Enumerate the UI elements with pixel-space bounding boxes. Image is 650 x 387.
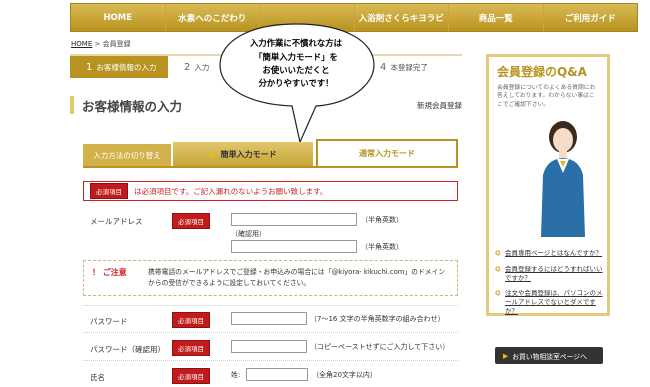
hint-speech-bubble: 入力作業に不慣れな方は 「簡単入力モード」を お使いいただくと 分かりやすいです…	[218, 22, 388, 142]
required-note: 必須項目 は必須項目です。ご記入漏れのないようお願い致します。	[83, 181, 458, 201]
caution-text-line-1: 携帯電話のメールアドレスでご登録・お申込みの場合には「@kiyora- kiku…	[148, 268, 446, 276]
email-confirm-hint: （半角英数）	[361, 243, 403, 251]
password-label: パスワード	[90, 317, 128, 326]
easy-mode-label: 簡単入力モード	[220, 149, 277, 159]
required-badge: 必須項目	[172, 340, 210, 356]
section-bar	[70, 96, 74, 114]
arrow-right-icon: ▶	[503, 351, 509, 360]
caution-body: 携帯電話のメールアドレスでご登録・お申込みの場合には「@kiyora- kiku…	[148, 267, 445, 289]
qa-description: 会員登録についてのよくある質問にお答えしております。わからない事はここでご確認下…	[497, 85, 596, 108]
required-badge: 必須項目	[172, 368, 210, 384]
qa-item[interactable]: Q 会員専用ページとはなんですか？	[495, 249, 605, 258]
name-hint: （全角20文字以内）	[312, 371, 377, 379]
caution-title: ご注意	[102, 268, 127, 277]
password-confirm-label: パスワード（確認用）	[90, 345, 165, 354]
breadcrumb-current: 会員登録	[102, 40, 131, 48]
email-label: メールアドレス	[90, 217, 143, 226]
question-icon: Q	[495, 249, 501, 257]
password-confirm-input[interactable]	[231, 340, 307, 353]
speech-bubble-text: 入力作業に不慣れな方は 「簡単入力モード」を お使いいただくと 分かりやすいです…	[218, 22, 374, 106]
step-label: 入力	[194, 62, 210, 72]
breadcrumb-separator: >	[94, 40, 101, 48]
question-icon: Q	[495, 289, 501, 298]
qa-sidebar: 会員登録のQ&A 会員登録についてのよくある質問にお答えしております。わからない…	[486, 54, 610, 364]
password-confirm-hint: （コピーペーストせずにご入力して下さい）	[310, 343, 450, 351]
shopping-consultation-label: お買い物相談室ページへ	[512, 352, 587, 361]
nav-guide[interactable]: ご利用ガイド	[544, 4, 638, 31]
normal-mode-label: 通常入力モード	[359, 149, 415, 158]
nav-products[interactable]: 商品一覧	[449, 4, 544, 31]
required-note-text: は必須項目です。ご記入漏れのないようお願い致します。	[134, 186, 328, 196]
caution-title-group: ！ ご注意	[92, 267, 148, 289]
step-1: 1 お客様情報の入力	[70, 56, 168, 78]
name-label: 氏名	[90, 373, 105, 382]
password-hint: （7～16 文字の半角英数字の組み合わせ）	[310, 315, 445, 323]
nav-home[interactable]: HOME	[71, 4, 166, 31]
shopping-consultation-button[interactable]: ▶ お買い物相談室ページへ	[495, 347, 603, 364]
step-number: 1	[86, 61, 93, 73]
breadcrumb-home-link[interactable]: HOME	[71, 40, 92, 48]
required-badge: 必須項目	[90, 183, 128, 199]
normal-mode-tab[interactable]: 通常入力モード	[316, 139, 458, 166]
step-label: お客様情報の入力	[96, 62, 157, 72]
qa-list: Q 会員専用ページとはなんですか？ Q 会員登録するにはどうすればいいですか？ …	[495, 249, 605, 323]
support-staff-illustration	[541, 121, 585, 237]
qa-question: 会員専用ページとはなんですか？	[505, 249, 603, 257]
last-name-label: 姓:	[231, 371, 241, 379]
required-badge: 必須項目	[172, 312, 210, 328]
step-number: 2	[184, 61, 191, 73]
qa-question: 注文や会員登録は、パソコンのメールアドレスでないとダメですか？	[505, 289, 603, 315]
question-icon: Q	[495, 264, 501, 273]
password-input[interactable]	[231, 312, 307, 325]
email-confirm-input[interactable]	[231, 240, 357, 253]
email-input[interactable]	[231, 213, 357, 226]
qa-item[interactable]: Q 注文や会員登録は、パソコンのメールアドレスでないとダメですか？	[495, 289, 605, 315]
beginner-mark-icon: ◆	[209, 149, 216, 159]
caution-box: ！ ご注意 携帯電話のメールアドレスでご登録・お申込みの場合には「@kiyora…	[83, 260, 458, 296]
bubble-line-4: 分かりやすいです！	[258, 78, 334, 89]
caution-icon: ！	[92, 268, 100, 277]
qa-title: 会員登録のQ&A	[497, 65, 587, 79]
page-title: お客様情報の入力	[82, 98, 183, 114]
divider	[83, 360, 458, 361]
qa-question: 会員登録するにはどうすればいいですか？	[505, 264, 603, 282]
qa-item[interactable]: Q 会員登録するにはどうすればいいですか？	[495, 265, 605, 283]
easy-mode-tab[interactable]: ◆ 簡単入力モード	[173, 142, 313, 166]
email-hint: （半角英数）	[361, 216, 403, 224]
breadcrumb: HOME > 会員登録	[71, 39, 131, 49]
caution-text-line-2: からの受信ができるように設定しておいてください。	[148, 278, 311, 287]
required-badge: 必須項目	[172, 213, 210, 229]
bubble-line-3: お使いいただくと	[262, 65, 330, 75]
bubble-line-2: 「簡単入力モード」を	[254, 51, 338, 62]
divider	[83, 305, 458, 306]
section-subtitle: 新規会員登録	[417, 100, 462, 110]
input-mode-switch: 入力方法の切り替え ◆ 簡単入力モード 通常入力モード	[83, 139, 458, 168]
bubble-line-1: 入力作業に不慣れな方は	[249, 38, 343, 49]
step-label: 本登録完了	[390, 62, 428, 72]
email-confirm-note: （確認用）	[231, 230, 266, 238]
divider	[83, 332, 458, 333]
last-name-input[interactable]	[246, 368, 308, 381]
mode-switch-label: 入力方法の切り替え	[83, 144, 171, 166]
